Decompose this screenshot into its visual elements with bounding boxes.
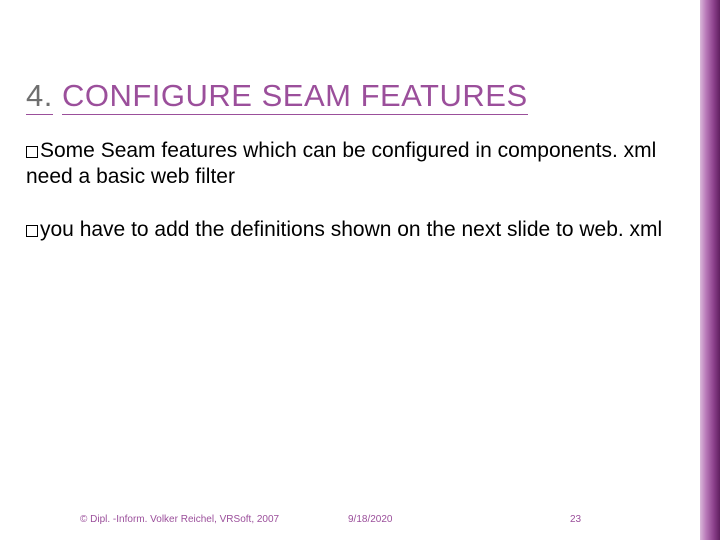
slide: 4. CONFIGURE SEAM FEATURES Some Seam fea… bbox=[0, 0, 720, 540]
bullet-box-icon bbox=[26, 146, 38, 158]
bullet-box-icon bbox=[26, 225, 38, 237]
title-rest: CONFIGURE SEAM FEATURES bbox=[62, 78, 528, 115]
accent-strip bbox=[700, 0, 720, 540]
bullet-lead: you bbox=[40, 218, 74, 241]
footer-copyright: © Dipl. -Inform. Volker Reichel, VRSoft,… bbox=[80, 514, 279, 525]
bullet-text: Seam features which can be configured in… bbox=[26, 139, 656, 188]
slide-content: Some Seam features which can be configur… bbox=[26, 138, 666, 269]
bullet-text: have to add the definitions shown on the… bbox=[74, 218, 662, 241]
footer-page-number: 23 bbox=[570, 514, 581, 525]
bullet-lead: Some bbox=[40, 139, 95, 162]
title-prefix: 4. bbox=[26, 78, 53, 115]
bullet-item: Some Seam features which can be configur… bbox=[26, 138, 666, 191]
slide-title: 4. CONFIGURE SEAM FEATURES bbox=[26, 78, 528, 114]
footer-date: 9/18/2020 bbox=[348, 514, 393, 525]
bullet-item: you have to add the definitions shown on… bbox=[26, 217, 666, 243]
